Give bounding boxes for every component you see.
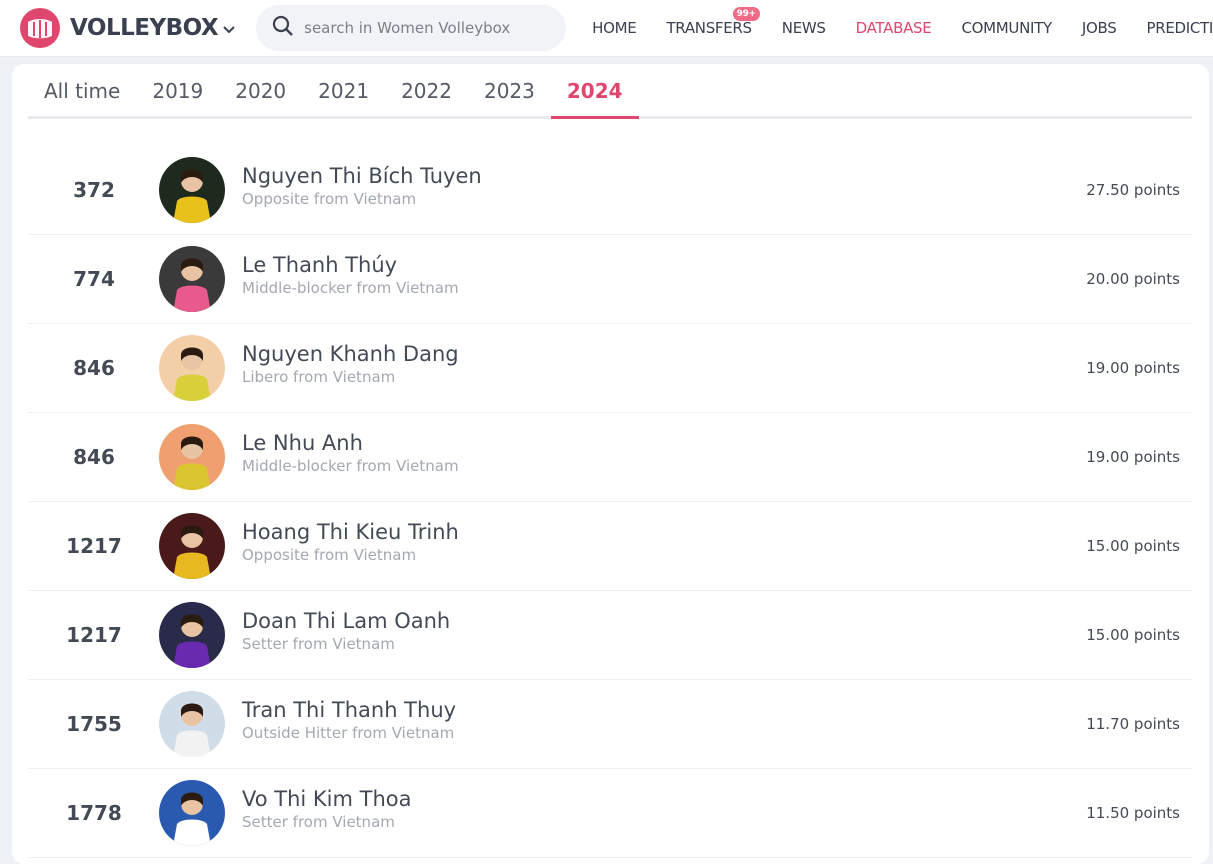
player-rank: 1217 (66, 623, 122, 647)
nav-predictions-label: PREDICTIONS (1146, 19, 1213, 37)
nav-home-label: HOME (592, 19, 637, 37)
player-description: Middle-blocker from Vietnam (242, 457, 459, 475)
player-name[interactable]: Le Nhu Anh (242, 431, 363, 455)
player-name[interactable]: Tran Thi Thanh Thuy (242, 698, 456, 722)
main-nav: HOME TRANSFERS 99+ NEWS DATABASE COMMUNIT… (592, 7, 1213, 37)
player-avatar[interactable] (159, 157, 225, 223)
player-avatar[interactable] (159, 691, 225, 757)
table-row[interactable]: 1755 Tran Thi Thanh Thuy Outside Hitter … (28, 680, 1192, 769)
nav-database[interactable]: DATABASE (856, 19, 932, 37)
player-name[interactable]: Vo Thi Kim Thoa (242, 787, 412, 811)
nav-news[interactable]: NEWS (782, 19, 826, 37)
year-tabs: All time 2019 2020 2021 2022 2023 2024 (28, 64, 1192, 119)
player-name[interactable]: Le Thanh Thúy (242, 253, 397, 277)
player-points: 20.00 points (1086, 270, 1180, 288)
player-name[interactable]: Hoang Thi Kieu Trinh (242, 520, 459, 544)
table-row[interactable]: 1778 Vo Thi Kim Thoa Setter from Vietnam… (28, 769, 1192, 858)
player-description: Opposite from Vietnam (242, 546, 417, 564)
table-row[interactable]: 1217 Hoang Thi Kieu Trinh Opposite from … (28, 502, 1192, 591)
top-header: VOLLEYBOX HOME TRANSFERS99+ NEWS DATABAS… (0, 0, 1213, 57)
tab-2024[interactable]: 2024 (550, 66, 639, 119)
player-rank: 846 (73, 356, 115, 380)
tab-2023[interactable]: 2023 (468, 66, 551, 116)
player-rank: 846 (73, 445, 115, 469)
table-row[interactable]: 846 Nguyen Khanh Dang Libero from Vietna… (28, 324, 1192, 413)
volleyball-logo-icon (20, 8, 60, 48)
player-description: Setter from Vietnam (242, 635, 395, 653)
nav-news-label: NEWS (781, 19, 826, 37)
nav-transfers[interactable]: TRANSFERS 99+ (666, 7, 760, 37)
player-points: 15.00 points (1086, 537, 1180, 555)
logo-text: VOLLEYBOX (70, 15, 219, 41)
player-ranking-list: 372 Nguyen Thi Bích Tuyen Opposite from … (28, 146, 1192, 858)
player-name[interactable]: Nguyen Khanh Dang (242, 342, 459, 366)
player-description: Libero from Vietnam (242, 368, 396, 386)
nav-jobs-label: JOBS (1081, 19, 1117, 37)
tab-2019[interactable]: 2019 (136, 66, 219, 116)
player-name[interactable]: Doan Thi Lam Oanh (242, 609, 450, 633)
nav-community[interactable]: COMMUNITY (961, 19, 1052, 37)
player-name[interactable]: Nguyen Thi Bích Tuyen (242, 164, 482, 188)
player-points: 11.50 points (1086, 804, 1180, 822)
nav-home[interactable]: HOME (592, 19, 637, 37)
player-description: Setter from Vietnam (242, 813, 395, 831)
player-description: Middle-blocker from Vietnam (242, 279, 459, 297)
player-points: 15.00 points (1086, 626, 1180, 644)
chevron-down-icon[interactable] (222, 20, 236, 39)
logo[interactable]: VOLLEYBOX (20, 8, 236, 48)
player-rank: 774 (73, 267, 115, 291)
table-row[interactable]: 774 Le Thanh Thúy Middle-blocker from Vi… (28, 235, 1192, 324)
search-input[interactable] (302, 18, 567, 38)
player-avatar[interactable] (159, 602, 225, 668)
nav-database-label: DATABASE (855, 19, 932, 37)
table-row[interactable]: 1217 Doan Thi Lam Oanh Setter from Vietn… (28, 591, 1192, 680)
player-rank: 1217 (66, 534, 122, 558)
table-row[interactable]: 846 Le Nhu Anh Middle-blocker from Vietn… (28, 413, 1192, 502)
tab-2020[interactable]: 2020 (219, 66, 302, 116)
table-row[interactable]: 372 Nguyen Thi Bích Tuyen Opposite from … (28, 146, 1192, 235)
player-avatar[interactable] (159, 424, 225, 490)
tab-2022[interactable]: 2022 (385, 66, 468, 116)
player-description: Outside Hitter from Vietnam (242, 724, 455, 742)
player-points: 19.00 points (1086, 448, 1180, 466)
nav-jobs[interactable]: JOBS (1082, 19, 1117, 37)
nav-transfers-label: TRANSFERS (666, 19, 752, 37)
search-box (256, 5, 567, 51)
nav-community-label: COMMUNITY (961, 19, 1052, 37)
player-rank: 1755 (66, 712, 122, 736)
tab-all-time[interactable]: All time (28, 66, 136, 116)
player-points: 11.70 points (1086, 715, 1180, 733)
player-description: Opposite from Vietnam (242, 190, 417, 208)
player-points: 19.00 points (1086, 359, 1180, 377)
player-rank: 372 (73, 178, 115, 202)
search-icon (272, 15, 294, 41)
player-avatar[interactable] (159, 335, 225, 401)
player-avatar[interactable] (159, 780, 225, 846)
player-rank: 1778 (66, 801, 122, 825)
player-avatar[interactable] (159, 246, 225, 312)
player-points: 27.50 points (1086, 181, 1180, 199)
notification-badge: 99+ (732, 7, 760, 21)
nav-predictions[interactable]: PREDICTIONS (1146, 19, 1213, 37)
player-avatar[interactable] (159, 513, 225, 579)
tab-2021[interactable]: 2021 (302, 66, 385, 116)
ranking-card: All time 2019 2020 2021 2022 2023 2024 3… (12, 64, 1209, 864)
